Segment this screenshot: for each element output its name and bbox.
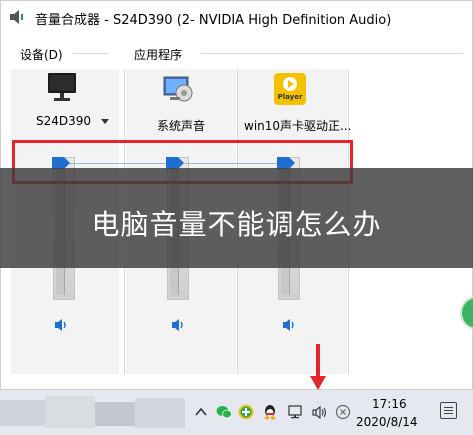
network-icon[interactable] — [288, 404, 304, 420]
apps-group-label: 应用程序 — [134, 48, 183, 62]
notification-line — [444, 413, 453, 414]
device-mute-button[interactable] — [54, 318, 70, 332]
blurred-block — [0, 400, 45, 426]
app-name-label: win10声卡驱动正... — [244, 119, 352, 133]
title-bar: 音量合成器 - S24D390 (2- NVIDIA High Definiti… — [1, 1, 472, 34]
device-group-label: 设备(D) — [20, 48, 63, 62]
chevron-up-icon[interactable] — [193, 404, 209, 420]
green-plus-icon[interactable] — [238, 404, 254, 420]
clock-time[interactable]: 17:16 — [372, 397, 407, 411]
wechat-icon[interactable] — [216, 404, 232, 420]
speaker-app-icon — [10, 10, 23, 24]
red-arrow-icon — [310, 344, 326, 390]
system-sounds-mute-button[interactable] — [171, 318, 187, 332]
system-sounds-icon — [163, 76, 193, 102]
system-sounds-label: 系统声音 — [157, 119, 206, 133]
blurred-block — [45, 396, 95, 428]
player-icon: Player — [274, 73, 306, 105]
caption-text: 电脑音量不能调怎么办 — [91, 208, 382, 241]
notification-line — [444, 410, 453, 411]
blurred-block — [95, 402, 135, 426]
blurred-block — [135, 398, 185, 428]
volume-icon[interactable] — [312, 404, 328, 420]
clock-date[interactable]: 2020/8/14 — [356, 415, 418, 429]
chevron-down-icon[interactable] — [101, 119, 109, 124]
play-triangle-icon — [288, 80, 294, 88]
notification-icon[interactable] — [440, 402, 457, 419]
device-group-line — [73, 53, 109, 54]
player-icon-label: Player — [277, 93, 303, 101]
notification-line — [444, 407, 453, 408]
apps-group-line — [201, 53, 463, 54]
device-name-label[interactable]: S24D390 — [36, 114, 91, 128]
blurred-taskbar-area — [0, 392, 186, 432]
app-mute-button[interactable] — [282, 318, 298, 332]
qq-icon[interactable] — [262, 404, 278, 420]
caption-banner: 电脑音量不能调怎么办 — [0, 168, 473, 268]
window-title: 音量合成器 - S24D390 (2- NVIDIA High Definiti… — [35, 13, 392, 28]
close-circle-icon[interactable] — [335, 404, 351, 420]
monitor-icon — [48, 73, 76, 101]
